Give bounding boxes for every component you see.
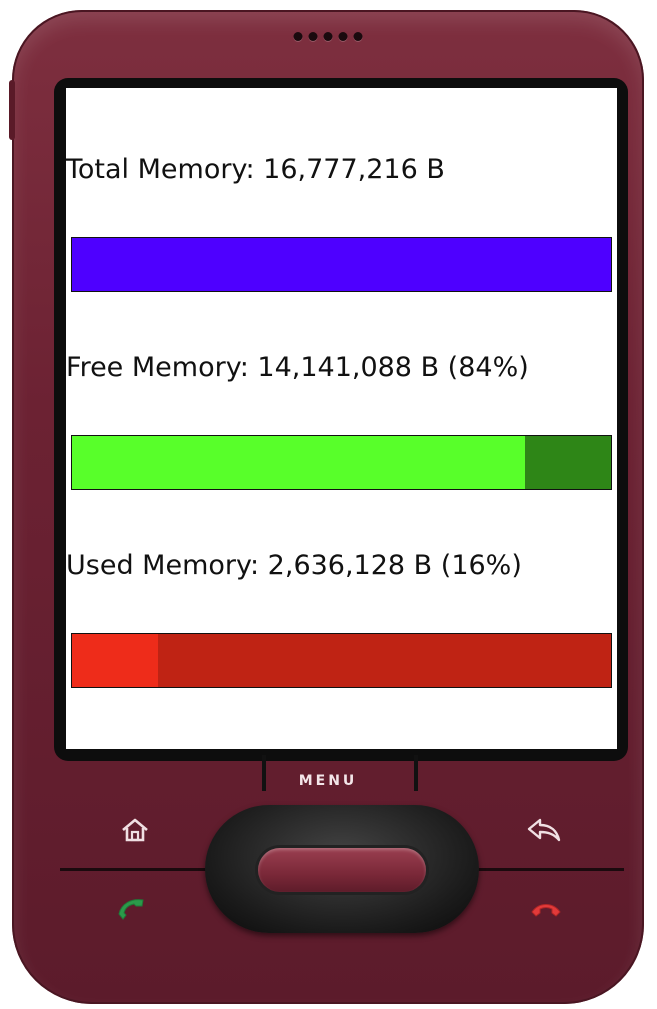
left-key-divider [60, 868, 208, 871]
used-memory-bar-fill [72, 634, 159, 687]
free-memory-bar [71, 435, 612, 490]
free-memory-bar-fill [72, 436, 525, 489]
speaker-grille [293, 32, 363, 41]
home-icon [122, 818, 148, 842]
volume-button[interactable] [9, 80, 15, 140]
phone-device: Total Memory: 16,777,216 B Free Memory: … [9, 10, 644, 1004]
back-button[interactable] [524, 815, 564, 845]
call-button[interactable] [112, 892, 152, 922]
total-memory-bar-fill [72, 238, 611, 291]
menu-key-right-edge [414, 755, 418, 791]
end-call-button[interactable] [526, 894, 566, 924]
total-memory-bar [71, 237, 612, 292]
trackball-button[interactable] [258, 848, 426, 892]
app-screen: Total Memory: 16,777,216 B Free Memory: … [66, 88, 617, 749]
free-memory-label: Free Memory: 14,141,088 B (84%) [66, 352, 529, 383]
menu-key-left-edge [262, 755, 266, 791]
total-memory-label: Total Memory: 16,777,216 B [66, 154, 445, 185]
used-memory-label: Used Memory: 2,636,128 B (16%) [66, 550, 522, 581]
used-memory-bar [71, 633, 612, 688]
end-call-icon [531, 904, 561, 917]
back-icon [527, 818, 561, 842]
home-button[interactable] [115, 815, 155, 845]
menu-button[interactable]: MENU [299, 773, 358, 789]
right-key-divider [476, 868, 624, 871]
call-icon [118, 899, 144, 920]
